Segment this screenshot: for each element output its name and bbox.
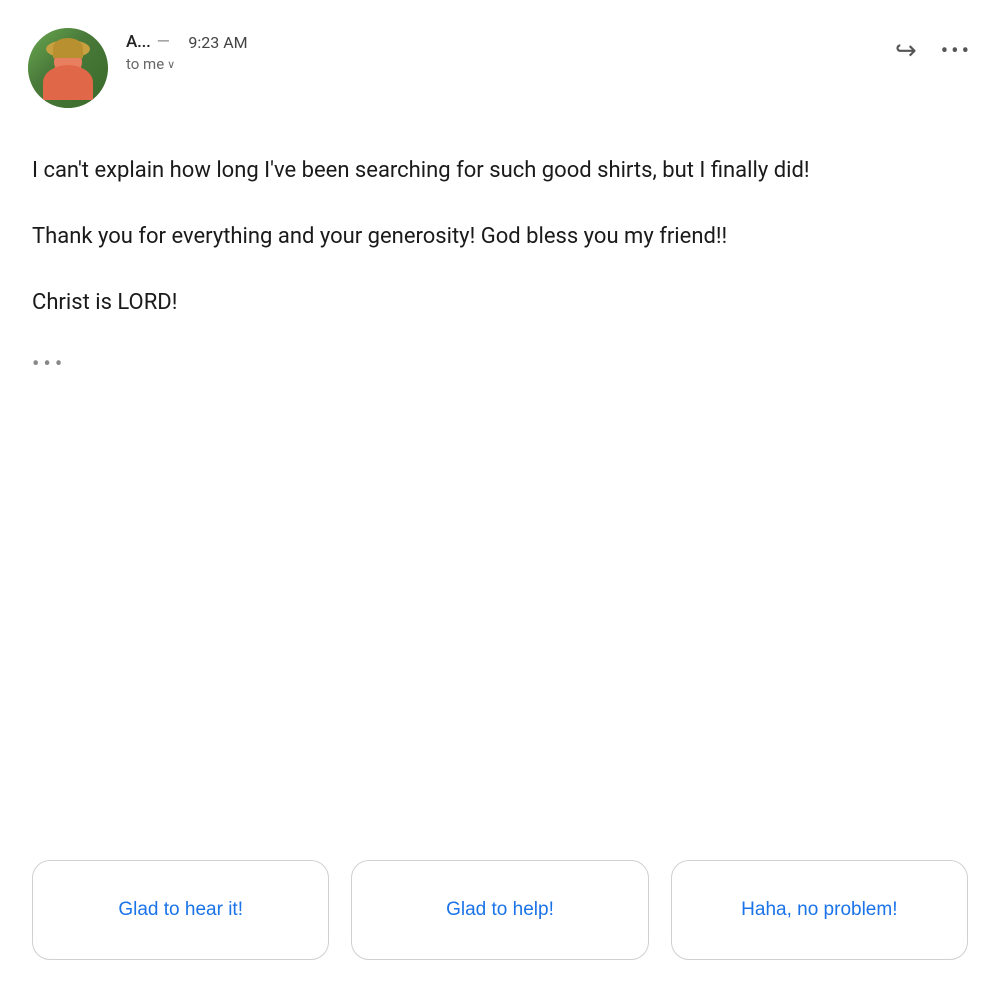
email-paragraph-3: Christ is LORD!	[32, 286, 932, 320]
email-ellipsis: •••	[32, 352, 968, 377]
more-options-icon[interactable]: •••	[941, 39, 972, 64]
sender-name-extra: —	[157, 32, 179, 52]
quick-reply-glad-to-hear[interactable]: Glad to hear it!	[32, 860, 329, 960]
header-actions: ↩ •••	[895, 28, 972, 66]
email-header: A... — 9:23 AM to me ∨ ↩ •••	[0, 0, 1000, 124]
reply-icon[interactable]: ↩	[895, 36, 917, 66]
quick-replies: Glad to hear it! Glad to help! Haha, no …	[0, 830, 1000, 1000]
email-container: A... — 9:23 AM to me ∨ ↩ ••• I can't exp…	[0, 0, 1000, 1000]
avatar-image	[28, 28, 108, 108]
email-paragraph-2: Thank you for everything and your genero…	[32, 220, 932, 254]
quick-reply-haha-no-problem[interactable]: Haha, no problem!	[671, 860, 968, 960]
quick-reply-glad-to-help[interactable]: Glad to help!	[351, 860, 648, 960]
email-timestamp: 9:23 AM	[188, 33, 247, 52]
email-body: I can't explain how long I've been searc…	[0, 124, 1000, 830]
sender-info: A... — 9:23 AM to me ∨	[126, 28, 895, 73]
email-paragraph-1: I can't explain how long I've been searc…	[32, 154, 932, 188]
sender-name: A...	[126, 32, 151, 52]
to-me-label: to me	[126, 55, 164, 73]
sender-avatar	[28, 28, 108, 108]
sender-name-row: A... — 9:23 AM	[126, 32, 895, 52]
hat-decoration	[46, 40, 90, 58]
email-text: I can't explain how long I've been searc…	[32, 154, 932, 320]
to-me-row[interactable]: to me ∨	[126, 55, 895, 73]
chevron-down-icon: ∨	[167, 58, 175, 71]
